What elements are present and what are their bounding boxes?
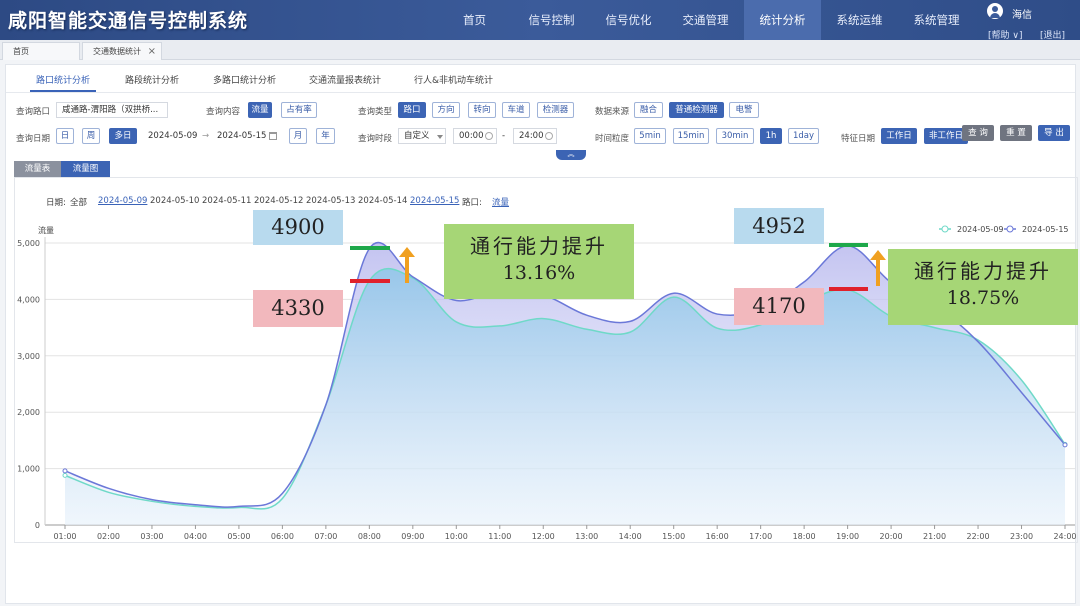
x-tick-label: 08:00 bbox=[358, 532, 381, 541]
x-tick-label: 12:00 bbox=[532, 532, 555, 541]
x-tick-label: 17:00 bbox=[749, 532, 772, 541]
x-tick-label: 10:00 bbox=[445, 532, 468, 541]
x-tick-label: 02:00 bbox=[97, 532, 120, 541]
y-tick-label: 2,000 bbox=[17, 408, 40, 417]
x-tick-label: 01:00 bbox=[53, 532, 76, 541]
y-tick-label: 0 bbox=[35, 521, 40, 530]
x-tick-label: 22:00 bbox=[967, 532, 990, 541]
x-tick-label: 21:00 bbox=[923, 532, 946, 541]
x-tick-label: 23:00 bbox=[1010, 532, 1033, 541]
x-tick-label: 13:00 bbox=[575, 532, 598, 541]
x-tick-label: 24:00 bbox=[1053, 532, 1076, 541]
x-tick-label: 18:00 bbox=[793, 532, 816, 541]
y-tick-label: 1,000 bbox=[17, 465, 40, 474]
legend-marker bbox=[941, 225, 949, 233]
x-tick-label: 07:00 bbox=[314, 532, 337, 541]
improvement-box: 通行能力提升 18.75% bbox=[888, 249, 1078, 325]
legend-label: 2024-05-09 bbox=[957, 225, 1004, 234]
y-tick-label: 5,000 bbox=[17, 239, 40, 248]
legend-label: 2024-05-15 bbox=[1022, 225, 1069, 234]
baseline-marker bbox=[829, 287, 868, 291]
x-tick-label: 15:00 bbox=[662, 532, 685, 541]
x-tick-label: 09:00 bbox=[401, 532, 424, 541]
legend-marker bbox=[1006, 225, 1014, 233]
y-tick-label: 3,000 bbox=[17, 352, 40, 361]
x-tick-label: 11:00 bbox=[488, 532, 511, 541]
improvement-label: 通行能力提升 bbox=[914, 259, 1052, 283]
baseline-marker bbox=[350, 279, 390, 283]
baseline-value-box: 4330 bbox=[253, 290, 343, 327]
peak-marker bbox=[829, 243, 868, 247]
improvement-percent: 13.16% bbox=[502, 262, 576, 284]
peak-value-box: 4952 bbox=[734, 208, 824, 244]
y-tick-label: 4,000 bbox=[17, 295, 40, 304]
improvement-label: 通行能力提升 bbox=[470, 234, 608, 258]
x-tick-label: 04:00 bbox=[184, 532, 207, 541]
x-tick-label: 06:00 bbox=[271, 532, 294, 541]
x-tick-label: 14:00 bbox=[619, 532, 642, 541]
x-tick-label: 20:00 bbox=[880, 532, 903, 541]
y-axis-label: 流量 bbox=[38, 225, 54, 235]
up-arrow-icon bbox=[399, 247, 415, 283]
peak-marker bbox=[350, 246, 390, 250]
series-point bbox=[62, 472, 68, 478]
improvement-percent: 18.75% bbox=[946, 287, 1020, 309]
x-tick-label: 19:00 bbox=[836, 532, 859, 541]
improvement-box: 通行能力提升 13.16% bbox=[444, 224, 634, 299]
baseline-value-box: 4170 bbox=[734, 288, 824, 325]
x-tick-label: 05:00 bbox=[227, 532, 250, 541]
x-tick-label: 03:00 bbox=[140, 532, 163, 541]
series-point bbox=[1062, 442, 1068, 448]
up-arrow-icon bbox=[870, 250, 886, 286]
series-point bbox=[62, 468, 68, 474]
peak-value-box: 4900 bbox=[253, 210, 343, 245]
x-tick-label: 16:00 bbox=[706, 532, 729, 541]
